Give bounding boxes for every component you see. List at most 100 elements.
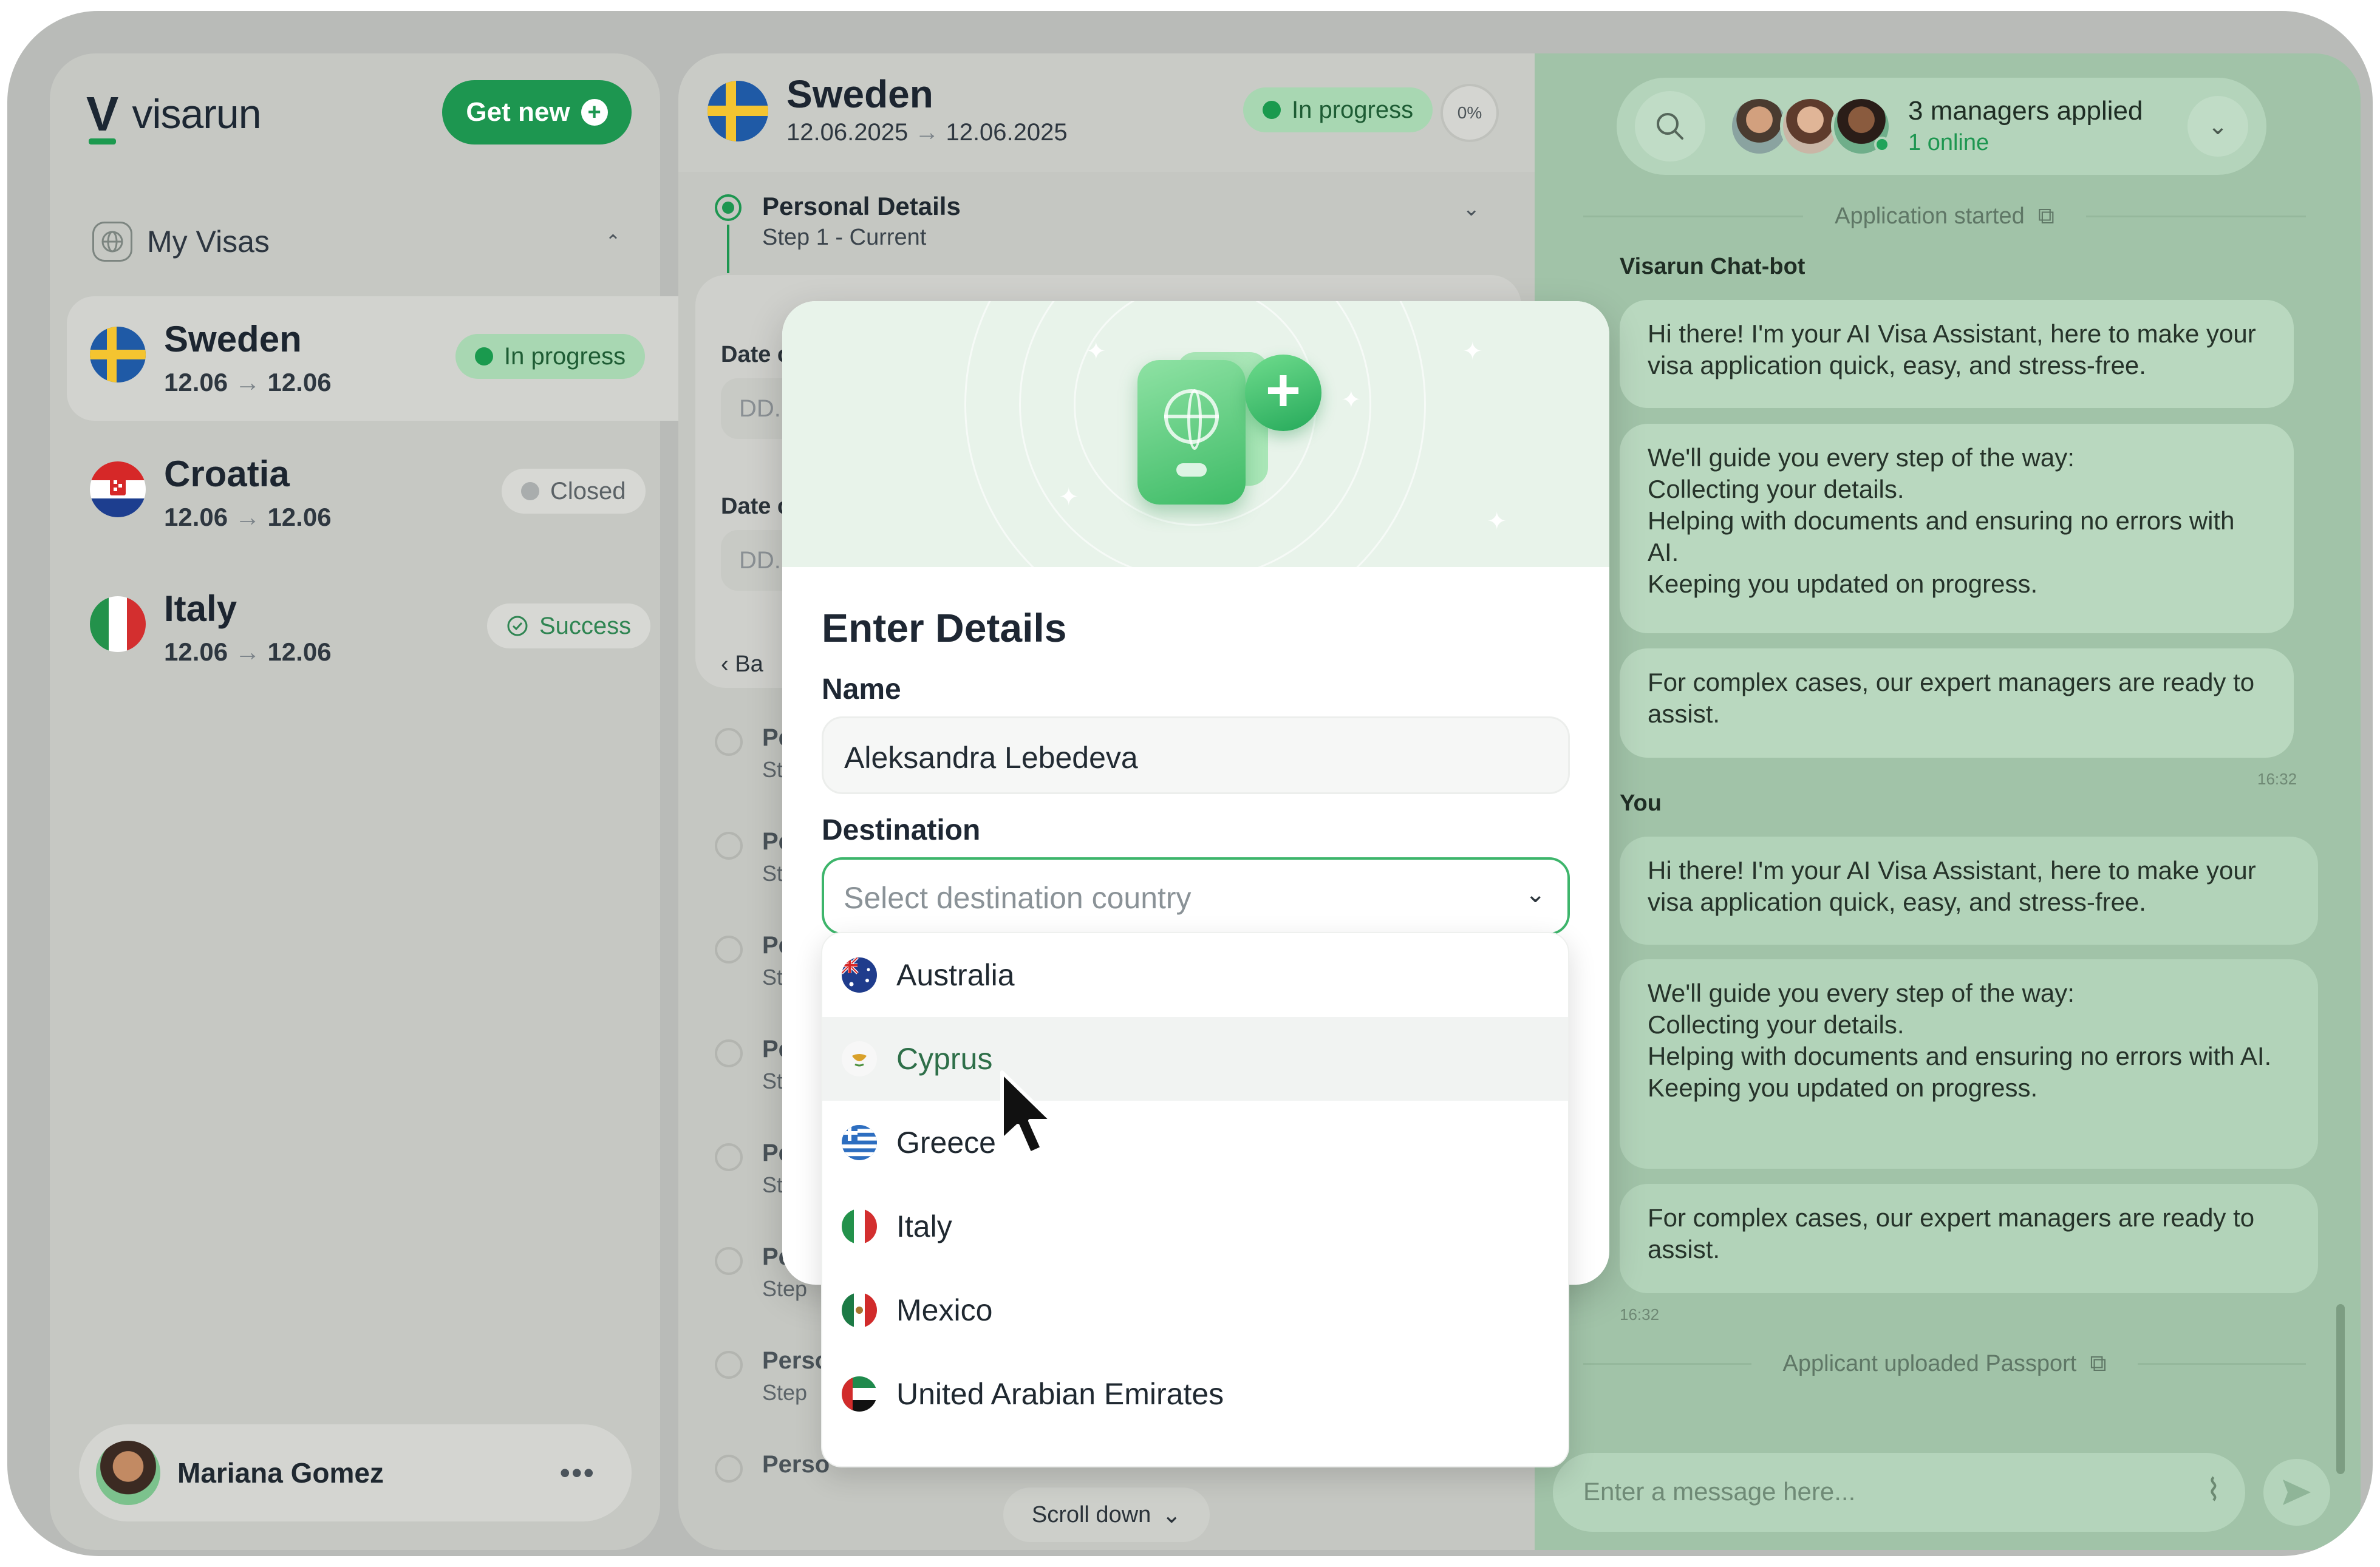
progress-indicator: 0% (1441, 84, 1499, 142)
send-button[interactable] (2263, 1459, 2330, 1526)
modal-title: Enter Details (822, 605, 1067, 650)
message-time: 16:32 (2257, 770, 2297, 788)
chevron-down-icon: ⌄ (1162, 1502, 1182, 1528)
sender-label: Visarun Chat-bot (1620, 254, 1805, 279)
external-link-icon[interactable]: ⧉ (2038, 203, 2054, 229)
visa-country: Croatia (164, 454, 290, 494)
managers-online: 1 online (1908, 130, 1990, 155)
mexico-flag-icon (842, 1293, 877, 1328)
step-personal-details[interactable]: Personal Details Step 1 - Current ⌄ (715, 188, 1504, 273)
visa-dates: 12.06 → 12.06 (164, 637, 332, 666)
cyprus-flag-icon (842, 1041, 877, 1076)
chat-message: For complex cases, our expert managers a… (1620, 1184, 2318, 1293)
sidebar: V visarun Get new + My Visas ⌃ Sweden 12… (50, 53, 680, 1550)
option-italy[interactable]: Italy (822, 1185, 1568, 1268)
visa-item-croatia[interactable]: Croatia 12.06 → 12.06 Closed (67, 431, 680, 556)
uae-flag-icon (842, 1376, 877, 1412)
my-visas-label: My Visas (147, 225, 270, 259)
visa-country: Sweden (164, 319, 302, 359)
chat-message: We'll guide you every step of the way: C… (1620, 424, 2294, 633)
sender-label: You (1620, 790, 1662, 816)
option-label: Greece (896, 1126, 996, 1160)
chevron-down-icon: ⌄ (1525, 881, 1546, 908)
chat-panel: 3 managers applied 1 online ⌄ Applicatio… (1535, 53, 2361, 1550)
chat-message: For complex cases, our expert managers a… (1620, 648, 2294, 758)
add-icon: + (1245, 355, 1321, 431)
avatar (1831, 96, 1892, 157)
more-options-icon[interactable]: ••• (559, 1455, 595, 1491)
option-label: Cyprus (896, 1042, 993, 1076)
option-australia[interactable]: Australia (822, 933, 1568, 1017)
manager-avatars[interactable] (1729, 96, 1892, 157)
sweden-flag-icon (90, 327, 146, 382)
option-label: Italy (896, 1209, 952, 1243)
search-button[interactable] (1635, 91, 1705, 161)
visa-dates: 12.06 → 12.06 (164, 503, 332, 531)
scroll-down-button[interactable]: Scroll down ⌄ (1003, 1487, 1210, 1542)
my-visas-header[interactable]: My Visas ⌃ (92, 217, 621, 266)
date-label: Date o (721, 494, 792, 519)
event-application-started: Application started ⧉ (1565, 198, 2324, 234)
option-cyprus[interactable]: Cyprus (822, 1017, 1568, 1101)
option-label: Mexico (896, 1293, 993, 1327)
application-header: Sweden 12.06.2025 → 12.06.2025 In progre… (678, 53, 1535, 172)
avatar (96, 1441, 160, 1505)
send-icon (2283, 1480, 2311, 1505)
plus-icon: + (581, 99, 608, 126)
option-mexico[interactable]: Mexico (822, 1268, 1568, 1352)
visa-dates: 12.06 → 12.06 (164, 368, 332, 396)
greece-flag-icon (842, 1125, 877, 1160)
message-input[interactable]: Enter a message here... ⌇ (1553, 1453, 2245, 1532)
step-current-icon (715, 194, 742, 221)
check-circle-icon (507, 616, 528, 636)
event-passport-uploaded: Applicant uploaded Passport ⧉ (1565, 1345, 2324, 1382)
chevron-down-icon[interactable]: ⌄ (1463, 197, 1481, 221)
application-dates: 12.06.2025 → 12.06.2025 (786, 119, 1068, 146)
mouse-cursor-icon (1000, 1070, 1054, 1155)
back-button[interactable]: ‹ Ba (721, 651, 763, 678)
external-link-icon[interactable]: ⧉ (2090, 1351, 2106, 1377)
status-badge: In progress (1243, 87, 1433, 132)
italy-flag-icon (90, 596, 146, 652)
user-name: Mariana Gomez (177, 1457, 384, 1489)
get-new-label: Get new (466, 97, 570, 127)
search-icon (1657, 113, 1683, 140)
step-subtitle: Step 1 - Current (762, 225, 927, 250)
chevron-down-icon[interactable]: ⌄ (2187, 96, 2248, 157)
application-country: Sweden (786, 72, 933, 116)
chat-message: We'll guide you every step of the way: C… (1620, 959, 2318, 1169)
attachment-icon[interactable]: ⌇ (2206, 1472, 2221, 1508)
status-badge: In progress (455, 334, 646, 379)
option-label: United Arabian Emirates (896, 1377, 1224, 1411)
option-greece[interactable]: Greece (822, 1101, 1568, 1185)
destination-dropdown: Australia Cyprus Greece Italy Mexico Uni… (821, 932, 1569, 1467)
message-time: 16:32 (1620, 1305, 1660, 1324)
croatia-flag-icon (90, 461, 146, 517)
australia-flag-icon (842, 957, 877, 993)
globe-icon (92, 222, 132, 262)
name-label: Name (822, 673, 901, 705)
status-badge: Closed (502, 469, 646, 514)
status-badge: Success (487, 603, 651, 648)
option-united-arabian-emirates[interactable]: United Arabian Emirates (822, 1352, 1568, 1436)
logo[interactable]: V visarun (86, 87, 262, 144)
destination-label: Destination (822, 814, 981, 846)
destination-select[interactable]: Select destination country ⌄ (822, 857, 1570, 935)
chat-scrollbar[interactable] (2336, 1304, 2345, 1474)
online-indicator (1874, 137, 1890, 152)
logo-text: visarun (132, 91, 261, 137)
sweden-flag-icon (708, 81, 768, 141)
chat-message: Hi there! I'm your AI Visa Assistant, he… (1620, 300, 2294, 408)
italy-flag-icon (842, 1209, 877, 1244)
destination-placeholder: Select destination country (844, 881, 1192, 915)
user-profile-card[interactable]: Mariana Gomez ••• (79, 1424, 632, 1521)
passport-icon (1137, 360, 1246, 505)
chevron-up-icon[interactable]: ⌃ (605, 231, 621, 253)
get-new-button[interactable]: Get new + (442, 80, 632, 144)
name-input[interactable]: Aleksandra Lebedeva (822, 716, 1570, 794)
option-label: Australia (896, 958, 1015, 992)
modal-illustration: ✦ ✦ ✦ ✦ ✦ + (782, 301, 1609, 567)
visa-item-italy[interactable]: Italy 12.06 → 12.06 Success (67, 566, 680, 690)
visa-item-sweden[interactable]: Sweden 12.06 → 12.06 In progress (67, 296, 680, 421)
visa-country: Italy (164, 588, 237, 629)
